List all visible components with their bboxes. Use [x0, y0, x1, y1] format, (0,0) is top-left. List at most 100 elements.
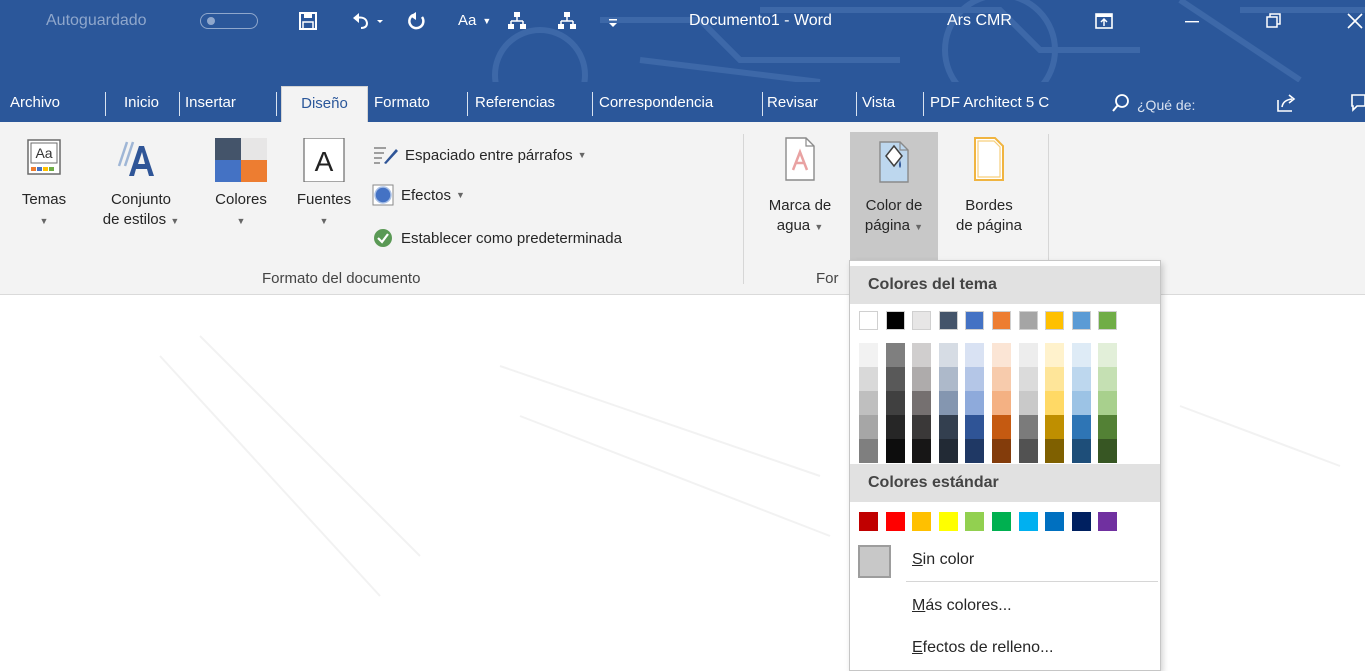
share-icon[interactable] — [1275, 92, 1297, 114]
theme-shade-swatch[interactable] — [859, 391, 878, 415]
theme-shade-swatch[interactable] — [859, 343, 878, 367]
theme-color-swatch[interactable] — [965, 311, 985, 330]
theme-shade-swatch[interactable] — [965, 343, 985, 367]
tab-diseno[interactable]: Diseño — [281, 86, 368, 122]
theme-shade-swatch[interactable] — [1018, 343, 1038, 367]
theme-shade-swatch[interactable] — [885, 439, 905, 463]
theme-color-swatch[interactable] — [859, 311, 878, 330]
standard-color-swatch[interactable] — [938, 512, 958, 531]
theme-shade-swatch[interactable] — [938, 391, 958, 415]
tab-correspondencia[interactable]: Correspondencia — [599, 86, 763, 122]
page-borders-button[interactable]: Bordes de página — [940, 136, 1038, 236]
standard-color-swatch[interactable] — [1071, 512, 1091, 531]
theme-shade-swatch[interactable] — [885, 343, 905, 367]
restore-icon[interactable] — [1262, 10, 1284, 32]
standard-color-swatch[interactable] — [992, 512, 1011, 531]
org-chart-alt-icon[interactable] — [556, 10, 578, 32]
tab-pdf-architect[interactable]: PDF Architect 5 C — [930, 86, 1100, 122]
theme-shade-swatch[interactable] — [885, 415, 905, 439]
theme-shade-swatch[interactable] — [912, 343, 932, 367]
save-icon[interactable] — [297, 10, 319, 32]
theme-shade-swatch[interactable] — [965, 415, 985, 439]
theme-shade-swatch[interactable] — [1098, 367, 1118, 391]
standard-color-swatch[interactable] — [912, 512, 932, 531]
watermark-button[interactable]: Marca de agua ▼ — [752, 136, 848, 237]
more-colors-item[interactable]: Más colores... — [912, 597, 1012, 615]
theme-color-swatch[interactable] — [992, 311, 1011, 330]
theme-shade-swatch[interactable] — [938, 415, 958, 439]
theme-shade-swatch[interactable] — [938, 439, 958, 463]
theme-shade-swatch[interactable] — [1045, 391, 1065, 415]
theme-shade-swatch[interactable] — [992, 391, 1011, 415]
theme-shade-swatch[interactable] — [992, 439, 1011, 463]
theme-color-swatch[interactable] — [1071, 311, 1091, 330]
theme-shade-swatch[interactable] — [1045, 415, 1065, 439]
tab-inicio[interactable]: Inicio — [124, 86, 180, 122]
theme-shade-swatch[interactable] — [1098, 415, 1118, 439]
theme-shade-swatch[interactable] — [912, 391, 932, 415]
theme-shade-swatch[interactable] — [1045, 367, 1065, 391]
paragraph-spacing-button[interactable]: Espaciado entre párrafos ▼ — [372, 144, 587, 166]
theme-shade-swatch[interactable] — [1018, 439, 1038, 463]
effects-button[interactable]: Efectos ▼ — [372, 184, 465, 206]
tab-insertar[interactable]: Insertar — [185, 86, 277, 122]
tab-referencias[interactable]: Referencias — [475, 86, 593, 122]
theme-shade-swatch[interactable] — [938, 367, 958, 391]
theme-shade-swatch[interactable] — [912, 415, 932, 439]
theme-shade-swatch[interactable] — [1071, 391, 1091, 415]
set-as-default-button[interactable]: Establecer como predeterminada — [372, 227, 622, 249]
standard-color-swatch[interactable] — [965, 512, 985, 531]
standard-color-swatch[interactable] — [1045, 512, 1065, 531]
theme-shade-swatch[interactable] — [1045, 439, 1065, 463]
theme-shade-swatch[interactable] — [859, 367, 878, 391]
theme-shade-swatch[interactable] — [1045, 343, 1065, 367]
theme-shade-swatch[interactable] — [992, 367, 1011, 391]
close-icon[interactable] — [1343, 10, 1365, 32]
ribbon-display-options-icon[interactable] — [1093, 10, 1115, 32]
theme-shade-swatch[interactable] — [1018, 415, 1038, 439]
search-icon[interactable] — [1110, 92, 1132, 114]
theme-color-swatch[interactable] — [938, 311, 958, 330]
undo-icon[interactable] — [350, 10, 372, 32]
autosave-toggle[interactable] — [200, 13, 258, 29]
search-input[interactable]: ¿Qué de: — [1137, 97, 1195, 113]
theme-shade-swatch[interactable] — [965, 367, 985, 391]
standard-color-swatch[interactable] — [885, 512, 905, 531]
theme-shade-swatch[interactable] — [912, 439, 932, 463]
org-chart-icon[interactable] — [506, 10, 528, 32]
customize-quick-access-icon[interactable] — [606, 10, 620, 32]
theme-shade-swatch[interactable] — [885, 367, 905, 391]
undo-dropdown-icon[interactable] — [374, 10, 386, 32]
theme-shade-swatch[interactable] — [1098, 391, 1118, 415]
style-set-button[interactable]: Conjunto de estilos ▼ — [88, 138, 194, 231]
theme-shade-swatch[interactable] — [1018, 367, 1038, 391]
theme-shade-swatch[interactable] — [885, 391, 905, 415]
redo-icon[interactable] — [406, 10, 428, 32]
page-color-button[interactable]: Color de página ▼ — [850, 132, 938, 260]
theme-shade-swatch[interactable] — [938, 343, 958, 367]
comment-icon[interactable] — [1350, 92, 1365, 114]
theme-shade-swatch[interactable] — [1071, 415, 1091, 439]
theme-shade-swatch[interactable] — [1071, 343, 1091, 367]
tab-vista[interactable]: Vista — [862, 86, 924, 122]
no-color-item[interactable]: Sin color — [912, 551, 974, 569]
theme-shade-swatch[interactable] — [912, 367, 932, 391]
temas-button[interactable]: Aa Temas ▼ — [16, 138, 72, 231]
theme-shade-swatch[interactable] — [1018, 391, 1038, 415]
theme-shade-swatch[interactable] — [965, 391, 985, 415]
theme-shade-swatch[interactable] — [965, 439, 985, 463]
theme-shade-swatch[interactable] — [1071, 367, 1091, 391]
colores-button[interactable]: Colores ▼ — [203, 138, 279, 231]
theme-shade-swatch[interactable] — [992, 343, 1011, 367]
theme-shade-swatch[interactable] — [1098, 343, 1118, 367]
theme-shade-swatch[interactable] — [1071, 439, 1091, 463]
theme-shade-swatch[interactable] — [859, 439, 878, 463]
theme-color-swatch[interactable] — [1018, 311, 1038, 330]
theme-shade-swatch[interactable] — [992, 415, 1011, 439]
theme-color-swatch[interactable] — [1045, 311, 1065, 330]
user-name[interactable]: Ars CMR — [947, 0, 1012, 41]
standard-color-swatch[interactable] — [1098, 512, 1118, 531]
theme-color-swatch[interactable] — [1098, 311, 1118, 330]
theme-shade-swatch[interactable] — [859, 415, 878, 439]
theme-color-swatch[interactable] — [912, 311, 932, 330]
